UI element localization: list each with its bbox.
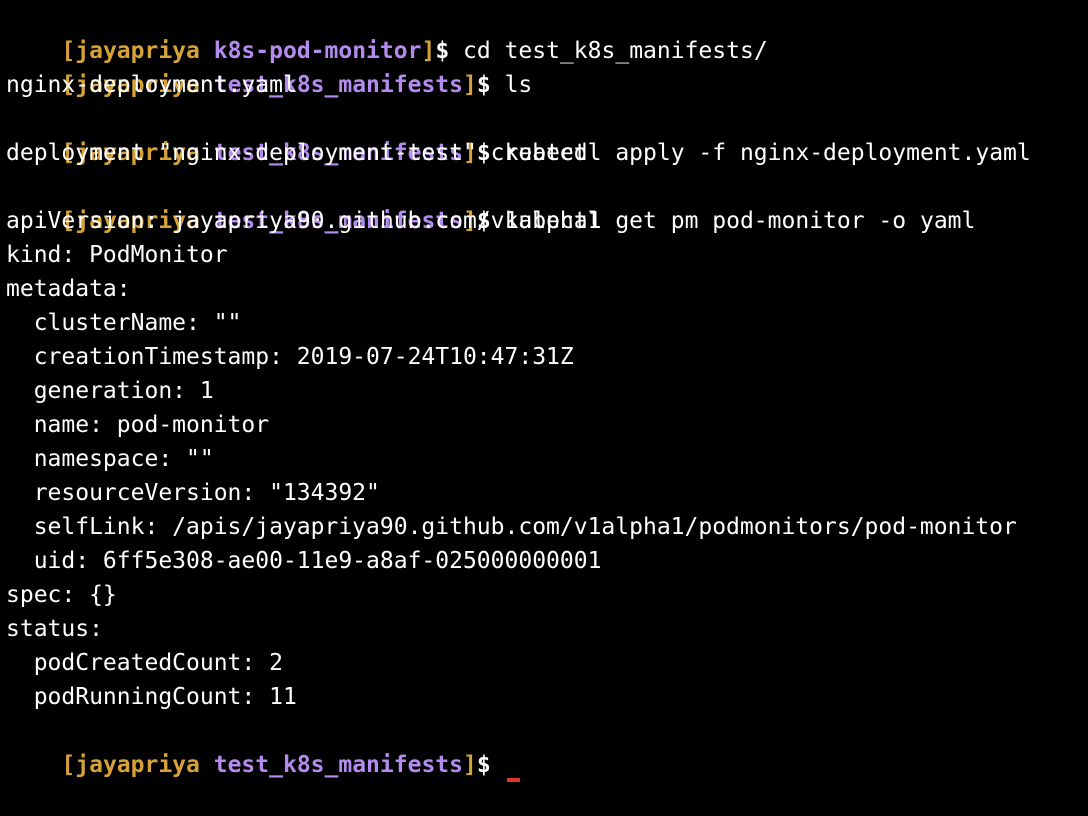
prompt-user: jayapriya <box>75 38 200 64</box>
output-line: uid: 6ff5e308-ae00-11e9-a8af-02500000000… <box>6 548 602 574</box>
output-line: spec: {} <box>6 582 117 608</box>
prompt-line: [jayapriya k8s-pod-monitor]$ cd test_k8s… <box>6 0 1088 64</box>
prompt-close-bracket: ] <box>421 38 436 64</box>
text-cursor <box>506 778 520 782</box>
terminal-window[interactable]: [jayapriya k8s-pod-monitor]$ cd test_k8s… <box>0 0 1088 782</box>
output-line: podCreatedCount: 2 <box>6 650 283 676</box>
output-line: status: <box>6 616 103 642</box>
prompt-close-bracket: ] <box>462 72 477 98</box>
prompt-line-active[interactable]: [jayapriya test_k8s_manifests]$ <box>6 714 1088 782</box>
output-line: selfLink: /apis/jayapriya90.github.com/v… <box>6 514 1017 540</box>
output-line: generation: 1 <box>6 378 214 404</box>
output-line: clusterName: "" <box>6 310 242 336</box>
prompt-open-bracket: [ <box>61 38 76 64</box>
prompt-directory: k8s-pod-monitor <box>213 38 422 64</box>
prompt-symbol: $ <box>476 72 491 98</box>
output-line: metadata: <box>6 276 131 302</box>
output-line: name: pod-monitor <box>6 412 270 438</box>
prompt-open-bracket: [ <box>61 752 76 778</box>
prompt-symbol: $ <box>476 752 491 778</box>
output-line: nginx-deployment.yaml <box>6 72 297 98</box>
command-text: cd test_k8s_manifests/ <box>463 38 768 64</box>
prompt-directory: test_k8s_manifests <box>213 752 463 778</box>
prompt-line: [jayapriya test_k8s_manifests]$ kubectl … <box>6 102 1088 166</box>
prompt-symbol: $ <box>435 38 450 64</box>
prompt-close-bracket: ] <box>462 752 477 778</box>
output-line: resourceVersion: "134392" <box>6 480 380 506</box>
output-line: kind: PodMonitor <box>6 242 228 268</box>
prompt-line: [jayapriya test_k8s_manifests]$ kubectl … <box>6 170 1088 234</box>
prompt-user: jayapriya <box>75 752 200 778</box>
command-text: ls <box>504 72 533 98</box>
output-line: creationTimestamp: 2019-07-24T10:47:31Z <box>6 344 574 370</box>
output-line: namespace: "" <box>6 446 214 472</box>
output-line: podRunningCount: 11 <box>6 684 297 710</box>
